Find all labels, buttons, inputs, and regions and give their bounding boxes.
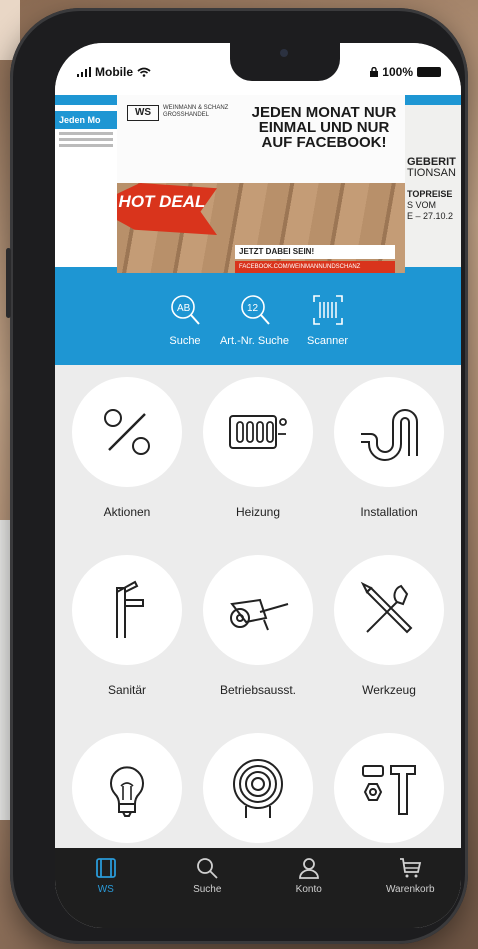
hot-deal-badge: HOT DEAL: [117, 183, 217, 235]
phone-frame: Mobile 100% Jeden Mo GEBERIT TIONSAN TOP…: [6, 8, 468, 944]
quick-action-search[interactable]: AB Suche: [168, 277, 202, 365]
quick-actions: AB Suche 12 Art.-Nr. Suche Scanner: [55, 277, 461, 365]
category-circle: [72, 377, 182, 487]
brand-name: WEINMANN & SCHANZ GROSSHANDEL: [163, 105, 229, 118]
wifi-icon: [137, 67, 151, 77]
quick-action-scanner[interactable]: Scanner: [307, 277, 348, 365]
category-grid: Aktionen Heizung Installation Sanitär Be…: [55, 365, 461, 848]
bottom-tab-bar: WS Suche Konto Warenkorb: [55, 848, 461, 928]
quick-action-label: Scanner: [307, 335, 349, 347]
battery-icon: [417, 67, 441, 77]
banner-card-text: S VOM: [407, 200, 437, 210]
banner-card-next[interactable]: GEBERIT TIONSAN TOPREISE S VOM E – 27.10…: [403, 105, 461, 267]
tab-label: Konto: [295, 884, 322, 895]
svg-text:AB: AB: [177, 303, 191, 314]
banner-card-text: E – 27.10.2: [407, 211, 454, 221]
category-sanitaer[interactable]: Sanitär: [61, 555, 193, 697]
cable-reel-icon: [233, 759, 283, 818]
tab-suche[interactable]: Suche: [167, 848, 247, 928]
wheelbarrow-icon: [230, 598, 289, 631]
banner-card-subtitle: TIONSAN: [407, 167, 456, 179]
fasteners-icon: [362, 765, 416, 815]
category-befestigung[interactable]: [323, 733, 455, 848]
app-screen: Mobile 100% Jeden Mo GEBERIT TIONSAN TOP…: [55, 43, 461, 928]
category-circle: [334, 733, 444, 843]
side-button: [6, 248, 11, 318]
banner-card-line: [59, 144, 113, 147]
category-circle: [334, 555, 444, 665]
quick-action-article-search[interactable]: 12 Art.-Nr. Suche: [220, 277, 289, 365]
tab-ws[interactable]: WS: [66, 848, 146, 928]
category-installation[interactable]: Installation: [323, 377, 455, 519]
tab-label: Warenkorb: [385, 884, 435, 895]
signal-icon: [77, 67, 91, 77]
category-betriebsausstattung[interactable]: Betriebsausst.: [192, 555, 324, 697]
cart-icon: [400, 858, 422, 878]
ws-logo: WS: [127, 105, 159, 121]
notch: [230, 43, 340, 81]
category-label: Heizung: [235, 505, 281, 519]
tools-icon: [360, 581, 413, 634]
tab-konto[interactable]: Konto: [269, 848, 349, 928]
category-label: Werkzeug: [362, 683, 416, 697]
faucet-icon: [116, 580, 144, 638]
radiator-icon: [229, 415, 287, 449]
banner-card-previous[interactable]: Jeden Mo: [55, 105, 117, 267]
pipe-icon: [361, 409, 418, 461]
category-kabel[interactable]: [192, 733, 324, 848]
promo-banner[interactable]: WS WEINMANN & SCHANZ GROSSHANDEL JEDEN M…: [117, 95, 405, 273]
carrier-label: Mobile: [95, 65, 133, 79]
tablet-icon: [95, 858, 116, 878]
category-circle: [72, 555, 182, 665]
banner-card-line: [59, 132, 113, 135]
battery-label: 100%: [382, 65, 413, 79]
category-beleuchtung[interactable]: [61, 733, 193, 848]
quick-action-label: Suche: [169, 335, 201, 347]
category-heizung[interactable]: Heizung: [192, 377, 324, 519]
category-circle: [203, 733, 313, 843]
category-circle: [203, 377, 313, 487]
camera: [280, 49, 288, 57]
user-icon: [298, 858, 319, 879]
category-circle: [72, 733, 182, 843]
category-label: Sanitär: [107, 683, 147, 697]
svg-text:12: 12: [247, 303, 259, 314]
banner-card-text: TOPREISE: [407, 189, 453, 199]
banner-card-title: Jeden Mo: [55, 111, 117, 129]
category-label: Betriebsausst.: [219, 683, 297, 697]
tab-label: WS: [97, 884, 114, 895]
category-aktionen[interactable]: Aktionen: [61, 377, 193, 519]
category-circle: [203, 555, 313, 665]
category-circle: [334, 377, 444, 487]
tab-warenkorb[interactable]: Warenkorb: [370, 848, 450, 928]
text-search-icon: AB: [171, 295, 200, 325]
banner-headline: JEDEN MONAT NUR EINMAL UND NUR AUF FACEB…: [251, 104, 397, 151]
banner-card-line: [59, 138, 113, 141]
tab-label: Suche: [193, 884, 222, 895]
category-label: Installation: [360, 505, 418, 519]
search-icon: [197, 858, 218, 879]
category-label: Aktionen: [103, 505, 151, 519]
banner-cta-url: FACEBOOK.COM/WEINMANNUNDSCHANZ: [235, 261, 395, 273]
lock-icon: [370, 67, 379, 77]
quick-action-label: Art.-Nr. Suche: [219, 335, 290, 347]
lightbulb-icon: [110, 766, 144, 817]
percent-icon: [104, 409, 150, 455]
banner-cta: JETZT DABEI SEIN!: [235, 245, 395, 259]
category-werkzeug[interactable]: Werkzeug: [323, 555, 455, 697]
barcode-scanner-icon: [312, 295, 343, 325]
number-search-icon: 12: [240, 295, 270, 325]
